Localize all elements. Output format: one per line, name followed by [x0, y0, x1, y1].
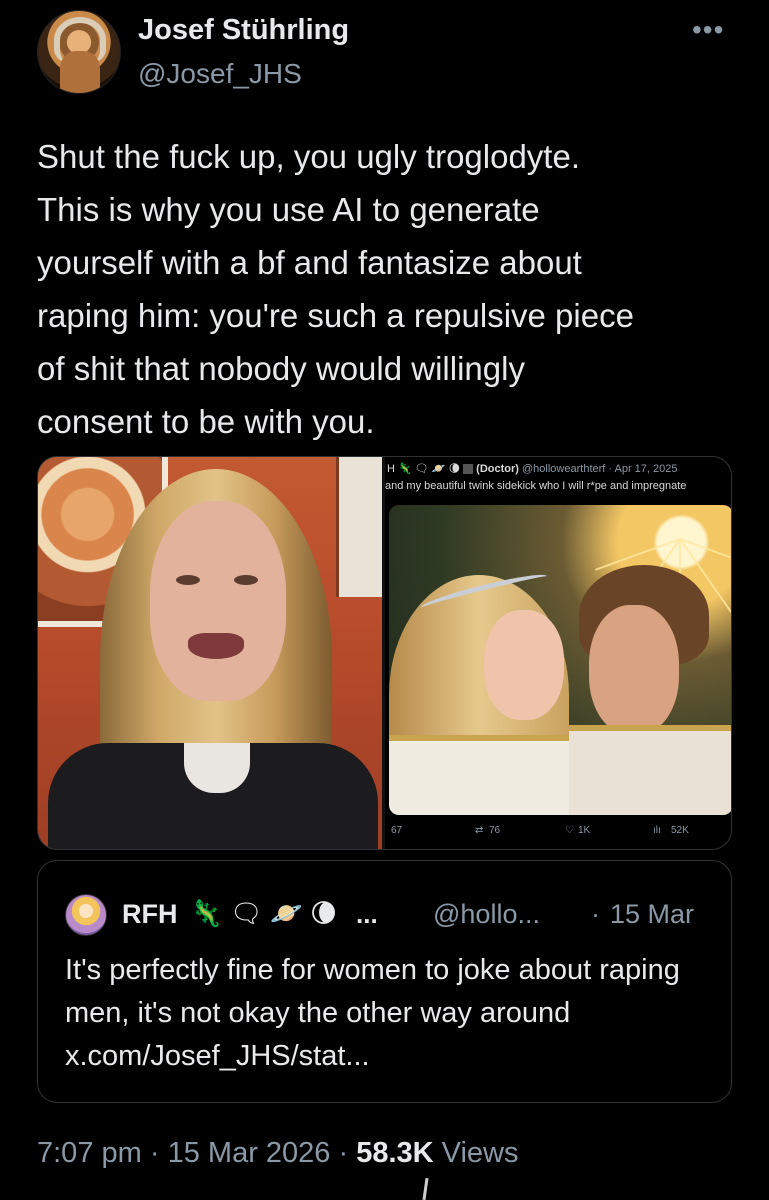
media-photo-left[interactable] [38, 457, 382, 849]
background-frame [336, 457, 382, 597]
lizard-icon: 🦎 [398, 463, 412, 475]
separator-dot: · [338, 1137, 349, 1169]
lizard-icon: 🦎 [190, 898, 223, 928]
man-face [589, 605, 679, 735]
embedded-post-stats: 67 ⇄ 76 ♡ 1K ılı 52K [385, 825, 731, 845]
speech-bubble-icon: 🗨 [230, 898, 264, 928]
tweet-time[interactable]: 7:07 pm [37, 1137, 142, 1169]
moon-icon: 🌘 [310, 898, 338, 928]
embedded-post-header: H 🦎 🗨 🪐 🌘 (Doctor) @hollowearthterf · Ap… [385, 459, 731, 499]
name-truncation: ... [356, 899, 378, 929]
quoted-tweet-text: It's perfectly fine for women to joke ab… [65, 954, 680, 1072]
views-count: 52K [671, 825, 689, 836]
views-icon: ılı [653, 825, 661, 836]
planet-icon: 🪐 [270, 898, 303, 928]
photo-face [150, 501, 286, 701]
embedded-post-name: (Doctor) [476, 463, 519, 475]
photo-eye [234, 575, 258, 585]
tweet-meta: 7:07 pm · 15 Mar 2026 · 58.3K Views [37, 1137, 519, 1170]
reply-count: 67 [391, 825, 403, 836]
retweet-count: 76 [489, 825, 501, 836]
photo-mouth [188, 633, 244, 659]
embedded-post-header-line1: H 🦎 🗨 🪐 🌘 (Doctor) @hollowearthterf · Ap… [387, 462, 678, 475]
author-handle[interactable]: @Josef_JHS [138, 58, 302, 90]
speech-icon: 🗨 [414, 463, 429, 475]
avatar-figure [60, 51, 100, 93]
like-icon: ♡ [565, 825, 574, 836]
woman-face [484, 610, 564, 720]
separator-dot: · [149, 1137, 160, 1169]
quoted-author-handle[interactable]: @hollo... [433, 899, 540, 930]
quoted-tweet[interactable]: RFH 🦎 🗨 🪐 🌘 ... @hollo... · 15 Mar It's … [37, 860, 732, 1103]
retweet-icon: ⇄ [475, 825, 484, 836]
quoted-author-name[interactable]: RFH [122, 899, 178, 930]
views-count: 58.3K [356, 1137, 434, 1169]
like-count: 1K [578, 825, 591, 836]
sun-ray [679, 538, 731, 571]
media-screenshot-right[interactable]: H 🦎 🗨 🪐 🌘 (Doctor) @hollowearthterf · Ap… [385, 457, 731, 849]
author-avatar[interactable] [37, 10, 121, 94]
embedded-post-prefix: H [387, 463, 395, 475]
author-display-name[interactable]: Josef Stührling [138, 14, 349, 47]
embedded-post-image [389, 505, 731, 815]
tweet-media[interactable]: H 🦎 🗨 🪐 🌘 (Doctor) @hollowearthterf · Ap… [37, 456, 732, 850]
quoted-tweet-date[interactable]: 15 Mar [610, 899, 694, 930]
moon-icon: 🌘 [448, 463, 461, 475]
tweet-text: Shut the fuck up, you ugly troglodyte. T… [37, 138, 634, 440]
woman-robe [389, 735, 569, 815]
separator-dot: · [591, 899, 600, 929]
more-options-icon[interactable]: ••• [692, 14, 724, 46]
quoted-author-avatar[interactable] [65, 894, 107, 936]
embedded-post-text: and my beautiful twink sidekick who I wi… [385, 480, 687, 492]
cursor-hint [422, 1177, 429, 1200]
tweet-date[interactable]: 15 Mar 2026 [168, 1137, 331, 1169]
embedded-post-handle-date: @hollowearthterf · Apr 17, 2025 [522, 463, 678, 475]
man-robe [569, 725, 731, 815]
square-icon [463, 464, 474, 475]
tweet-header: Josef Stührling @Josef_JHS ••• [37, 8, 737, 98]
views-label: Views [441, 1137, 519, 1169]
photo-eye [176, 575, 200, 585]
planet-icon: 🪐 [431, 463, 446, 475]
